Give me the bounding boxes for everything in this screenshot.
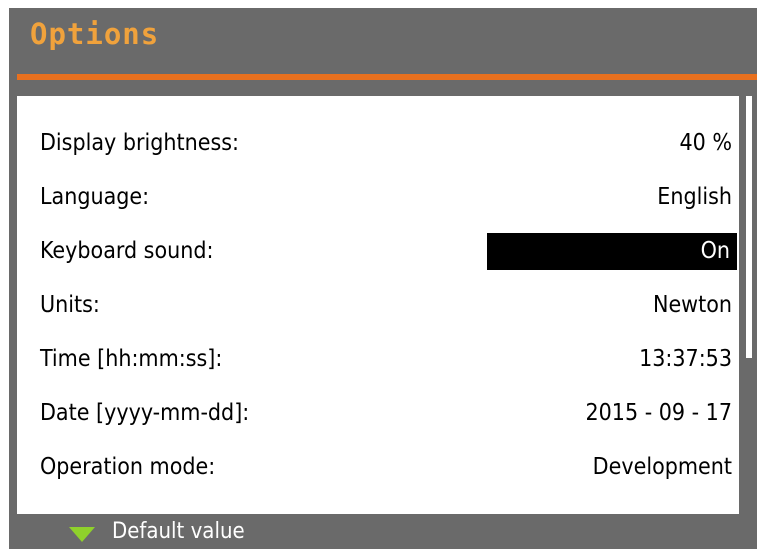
option-label: Time [hh:mm:ss]: bbox=[40, 346, 223, 372]
option-label: Date [yyyy-mm-dd]: bbox=[40, 400, 250, 426]
option-value: 13:37:53 bbox=[639, 346, 732, 372]
page-title: Options bbox=[30, 17, 160, 51]
header-divider bbox=[17, 74, 757, 80]
scrollbar[interactable] bbox=[745, 96, 753, 514]
option-row-date[interactable]: Date [yyyy-mm-dd]: 2015 - 09 - 17 bbox=[17, 394, 739, 432]
options-list: Display brightness: 40 % Language: Engli… bbox=[17, 96, 739, 514]
header: Options bbox=[9, 8, 757, 74]
option-label: Operation mode: bbox=[40, 454, 216, 480]
footer-hint-label: Default value bbox=[112, 519, 245, 544]
options-screen: Options Display brightness: 40 % Languag… bbox=[9, 8, 757, 549]
footer: Default value bbox=[9, 514, 757, 549]
option-row-units[interactable]: Units: Newton bbox=[17, 286, 739, 324]
option-row-keyboard-sound[interactable]: Keyboard sound: On bbox=[17, 232, 739, 270]
option-value: Newton bbox=[652, 292, 732, 318]
option-value: Development bbox=[592, 454, 732, 480]
option-value: 40 % bbox=[679, 130, 732, 156]
option-label: Keyboard sound: bbox=[40, 238, 214, 264]
option-row-operation-mode[interactable]: Operation mode: Development bbox=[17, 448, 739, 486]
option-value: English bbox=[657, 184, 732, 210]
selection-highlight bbox=[487, 233, 737, 270]
option-label: Display brightness: bbox=[40, 130, 239, 156]
option-label: Language: bbox=[40, 184, 150, 210]
option-label: Units: bbox=[40, 292, 100, 318]
option-row-display-brightness[interactable]: Display brightness: 40 % bbox=[17, 124, 739, 162]
triangle-down-icon bbox=[69, 527, 95, 542]
option-row-time[interactable]: Time [hh:mm:ss]: 13:37:53 bbox=[17, 340, 739, 378]
option-value: 2015 - 09 - 17 bbox=[585, 400, 732, 426]
option-value: On bbox=[700, 238, 730, 264]
scrollbar-thumb[interactable] bbox=[746, 96, 752, 358]
option-row-language[interactable]: Language: English bbox=[17, 178, 739, 216]
